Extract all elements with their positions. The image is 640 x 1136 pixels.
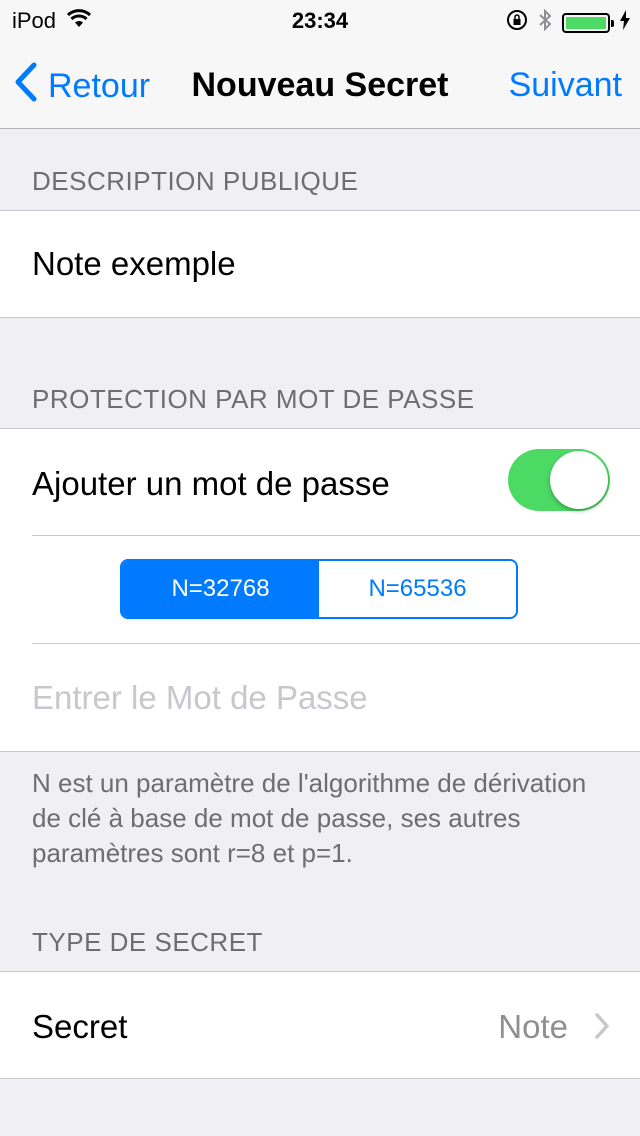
password-protection-group: Ajouter un mot de passe N=32768 N=65536 … (0, 428, 640, 752)
chevron-right-icon (594, 1012, 610, 1045)
add-password-label: Ajouter un mot de passe (32, 465, 390, 502)
separator (32, 643, 640, 644)
add-password-toggle[interactable] (508, 449, 610, 511)
toggle-knob (550, 451, 608, 509)
secret-type-value: Note (498, 1008, 568, 1045)
battery-icon (562, 12, 614, 33)
orientation-lock-icon (506, 9, 528, 36)
section-header-password-protection: PROTECTION PAR MOT DE PASSE (32, 384, 475, 414)
navigation-bar: Retour Nouveau Secret Suivant (0, 40, 640, 129)
separator (32, 535, 640, 536)
public-description-group: Note exemple (0, 210, 640, 318)
segment-n-65536[interactable]: N=65536 (319, 561, 516, 617)
section-header-secret-type: TYPE DE SECRET (32, 927, 263, 957)
status-bar: iPod 23:34 (0, 0, 640, 40)
secret-type-label: Secret (32, 1008, 128, 1045)
n-parameter-segmented-control: N=32768 N=65536 (120, 559, 518, 619)
bluetooth-icon (538, 8, 552, 37)
status-right (506, 8, 630, 37)
section-header-public-description: DESCRIPTION PUBLIQUE (32, 166, 359, 196)
segment-n-32768[interactable]: N=32768 (122, 561, 319, 617)
password-input[interactable]: Entrer le Mot de Passe (32, 679, 368, 717)
secret-type-group[interactable]: Secret Note (0, 971, 640, 1079)
next-button[interactable]: Suivant (509, 66, 622, 105)
public-description-field[interactable]: Note exemple (32, 245, 236, 283)
charging-icon (620, 10, 630, 35)
password-footer-note: N est un paramètre de l'algorithme de dé… (32, 768, 587, 868)
